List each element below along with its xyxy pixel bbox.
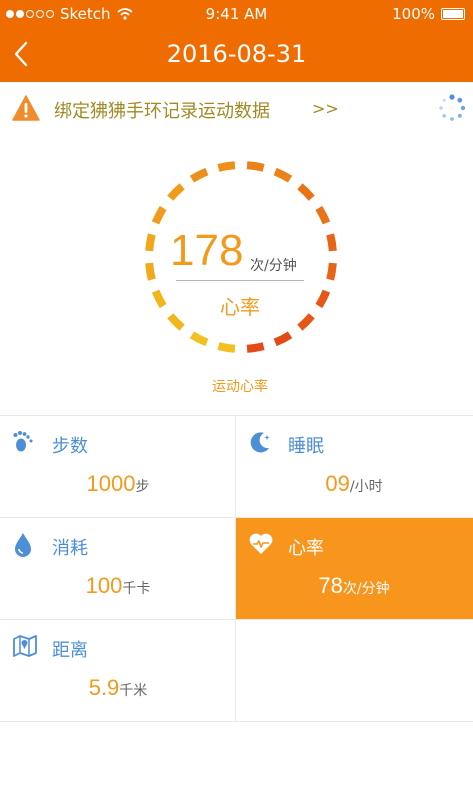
stat-sleep[interactable]: 睡眠 09/小时 bbox=[236, 416, 473, 518]
stat-value: 5.9 bbox=[88, 675, 120, 700]
empty-cell bbox=[236, 620, 473, 722]
stat-name: 消耗 bbox=[52, 538, 88, 559]
status-bar: Sketch 9:41 AM 100% bbox=[0, 0, 473, 28]
ring-divider bbox=[176, 280, 304, 281]
stat-unit: 千卡 bbox=[122, 581, 151, 597]
ring-segment bbox=[189, 331, 209, 347]
stat-value-line: 100千卡 bbox=[0, 573, 236, 599]
moon-icon bbox=[250, 432, 270, 453]
ring-segment bbox=[246, 161, 265, 172]
ring-segment bbox=[217, 161, 236, 172]
ring-caption: 运动心率 bbox=[212, 379, 268, 395]
battery-icon bbox=[441, 8, 465, 20]
ring-segment bbox=[297, 183, 315, 201]
stat-name: 心率 bbox=[288, 538, 324, 559]
stat-value: 78 bbox=[318, 573, 343, 598]
ring-segment bbox=[246, 342, 265, 353]
ring-segment bbox=[151, 205, 167, 225]
stat-value: 09 bbox=[325, 471, 350, 496]
stat-value-line: 5.9千米 bbox=[0, 675, 236, 701]
stat-name: 睡眠 bbox=[288, 436, 324, 457]
stat-calories[interactable]: 消耗 100千卡 bbox=[0, 518, 236, 620]
ring-segment bbox=[326, 262, 337, 281]
footprints-icon bbox=[13, 431, 33, 452]
stat-value-line: 1000步 bbox=[0, 471, 236, 497]
stat-unit: 千米 bbox=[119, 683, 148, 699]
drop-icon bbox=[15, 533, 31, 557]
stat-name: 步数 bbox=[52, 436, 88, 457]
loading-spinner-icon bbox=[439, 94, 466, 121]
notice-arrow[interactable]: >> bbox=[312, 99, 339, 118]
stat-value-line: 09/小时 bbox=[236, 471, 472, 497]
heart-rate-unit: 次/分钟 bbox=[250, 258, 297, 274]
stat-value: 100 bbox=[85, 573, 123, 598]
ring-segment bbox=[145, 233, 156, 252]
notice-text[interactable]: 绑定狒狒手环记录运动数据 bbox=[54, 97, 270, 123]
stat-value: 1000 bbox=[86, 471, 136, 496]
ring-segment bbox=[217, 342, 236, 353]
heart-rate-label: 心率 bbox=[220, 295, 260, 319]
warning-icon bbox=[12, 95, 40, 121]
status-right: 100% bbox=[392, 5, 465, 23]
page-title: 2016-08-31 bbox=[166, 40, 307, 68]
ring-segment bbox=[145, 262, 156, 281]
ring-segment bbox=[167, 183, 185, 201]
ring-segment bbox=[273, 167, 293, 183]
stat-value-line: 78次/分钟 bbox=[236, 573, 472, 599]
heart-icon bbox=[249, 533, 273, 554]
ring-segment bbox=[315, 205, 331, 225]
stat-unit: 步 bbox=[135, 479, 150, 495]
stat-heart-rate[interactable]: 心率 78次/分钟 bbox=[236, 518, 473, 620]
ring-segment bbox=[273, 331, 293, 347]
map-icon bbox=[13, 635, 37, 657]
battery-percent: 100% bbox=[392, 5, 435, 23]
ring-segment bbox=[189, 167, 209, 183]
stat-unit: /小时 bbox=[349, 479, 383, 495]
heart-rate-value: 178 bbox=[170, 226, 244, 275]
ring-segment bbox=[326, 233, 337, 252]
stat-distance[interactable]: 距离 5.9千米 bbox=[0, 620, 236, 722]
stat-unit: 次/分钟 bbox=[342, 581, 390, 597]
stat-steps[interactable]: 步数 1000步 bbox=[0, 416, 236, 518]
stats-grid: 步数 1000步 睡眠 09/小时 消耗 100千卡 心率 78次/分钟 距离 … bbox=[0, 415, 473, 723]
stat-name: 距离 bbox=[52, 640, 88, 661]
